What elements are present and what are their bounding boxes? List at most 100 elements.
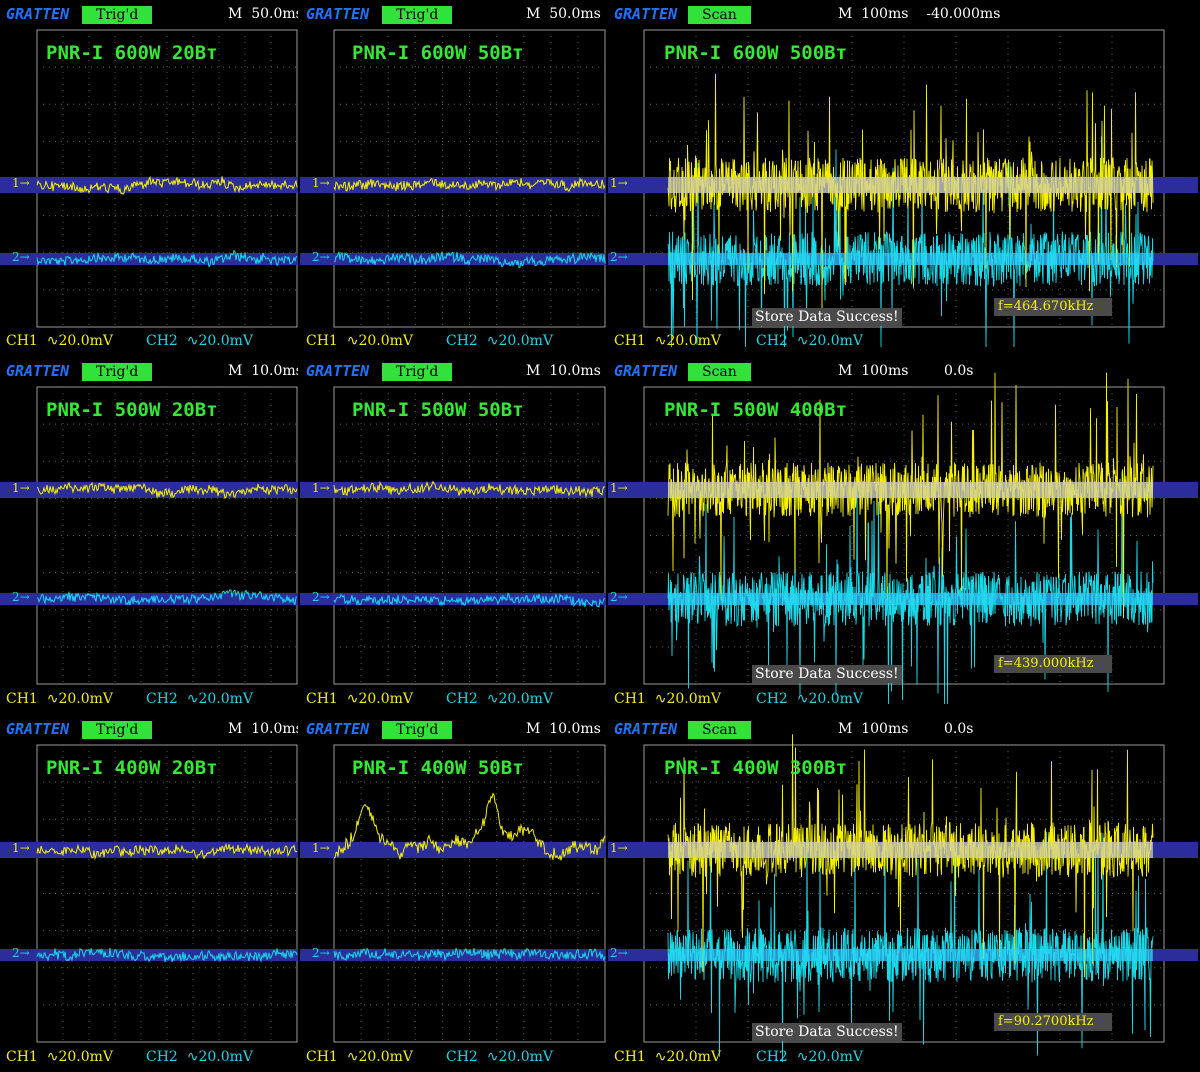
ch2-scale: CH2 ∿20.0mV	[756, 333, 864, 349]
timebase-readout: M 10.0ms	[228, 721, 298, 737]
panel-title: PNR-I 600W 50Вт	[352, 42, 524, 64]
timebase-readout: M 50.0ms	[526, 6, 601, 22]
scope-panel: GRATTEN Trig'd M 50.0ms PNR-I 600W 50Вт CH1 …	[300, 0, 606, 355]
ch2-scale: CH2 ∿20.0mV	[446, 691, 554, 707]
ch1-scale: CH1 ∿20.0mV	[306, 691, 414, 707]
status-badge: Scan	[688, 6, 751, 24]
panel-title: PNR-I 500W 20Вт	[46, 399, 218, 421]
brand-logo: GRATTEN	[306, 5, 370, 23]
ch1-scale: CH1 ∿20.0mV	[6, 1049, 114, 1065]
timebase-readout: M 10.0ms	[228, 363, 298, 379]
graticule-grid	[644, 387, 1164, 684]
ch2-marker: 2→	[610, 590, 628, 604]
ch2-scale: CH2 ∿20.0mV	[756, 1049, 864, 1065]
status-badge: Scan	[688, 721, 751, 739]
ch1-marker: 1→	[610, 481, 628, 495]
timebase-readout: M 100ms -40.000ms	[838, 6, 1001, 22]
ch2-marker: 2→	[312, 946, 330, 960]
scope-panel: GRATTEN Scan M 100ms 0.0s PNR-I 500W 400Вт C…	[608, 357, 1198, 713]
frequency-readout: f=90.2700kHz	[994, 1013, 1112, 1031]
panel-title: PNR-I 400W 300Вт	[664, 757, 848, 779]
ch2-scale: CH2 ∿20.0mV	[756, 691, 864, 707]
store-data-message: Store Data Success!	[752, 308, 902, 326]
timebase-readout: M 100ms 0.0s	[838, 363, 974, 379]
ch1-scale: CH1 ∿20.0mV	[306, 333, 414, 349]
panel-title: PNR-I 400W 20Вт	[46, 757, 218, 779]
ch1-marker: 1→	[12, 176, 30, 190]
frequency-readout: f=464.670kHz	[994, 298, 1112, 316]
ch1-band-overlay	[668, 177, 1153, 193]
graticule-grid	[37, 745, 297, 1042]
ch1-scale: CH1 ∿20.0mV	[6, 333, 114, 349]
frequency-readout: f=439.000kHz	[994, 655, 1112, 673]
ch2-band-overlay	[668, 949, 1153, 961]
ch1-marker: 1→	[312, 481, 330, 495]
status-badge: Scan	[688, 363, 751, 381]
ch1-scale: CH1 ∿20.0mV	[614, 333, 722, 349]
ch2-scale: CH2 ∿20.0mV	[446, 333, 554, 349]
panel-title: PNR-I 400W 50Вт	[352, 757, 524, 779]
ch1-trace	[667, 73, 1154, 315]
ch2-scale: CH2 ∿20.0mV	[146, 1049, 254, 1065]
ch1-marker: 1→	[12, 481, 30, 495]
scope-panel: GRATTEN Scan M 100ms -40.000ms PNR-I 600W 5…	[608, 0, 1198, 355]
scope-panel: GRATTEN Trig'd M 10.0ms PNR-I 400W 20Вт CH1 …	[0, 715, 298, 1071]
ch1-marker: 1→	[12, 841, 30, 855]
graticule-grid	[334, 745, 605, 1042]
ch1-band-overlay	[668, 842, 1153, 858]
ch2-scale: CH2 ∿20.0mV	[146, 691, 254, 707]
ch2-band-overlay	[668, 253, 1153, 265]
ch1-scale: CH1 ∿20.0mV	[614, 691, 722, 707]
ch1-marker: 1→	[312, 176, 330, 190]
timebase-readout: M 10.0ms	[526, 363, 601, 379]
scope-panel: GRATTEN Trig'd M 10.0ms PNR-I 500W 20Вт CH1 …	[0, 357, 298, 713]
ch2-marker: 2→	[312, 590, 330, 604]
timebase-readout: M 10.0ms	[526, 721, 601, 737]
brand-logo: GRATTEN	[306, 720, 370, 738]
brand-logo: GRATTEN	[6, 5, 70, 23]
brand-logo: GRATTEN	[614, 720, 678, 738]
oscilloscope-grid: GRATTEN Trig'd M 50.0ms PNR-I 600W 20Вт CH1 …	[0, 0, 1200, 1072]
store-data-message: Store Data Success!	[752, 665, 902, 683]
scope-panel: GRATTEN Trig'd M 50.0ms PNR-I 600W 20Вт CH1 …	[0, 0, 298, 355]
ch2-marker: 2→	[610, 946, 628, 960]
ch2-marker: 2→	[312, 250, 330, 264]
panel-title: PNR-I 500W 400Вт	[664, 399, 848, 421]
ch2-marker: 2→	[12, 590, 30, 604]
ch1-scale: CH1 ∿20.0mV	[614, 1049, 722, 1065]
scope-panel: GRATTEN Trig'd M 10.0ms PNR-I 400W 50Вт CH1 …	[300, 715, 606, 1071]
ch2-marker: 2→	[12, 946, 30, 960]
brand-logo: GRATTEN	[306, 362, 370, 380]
timebase-readout: M 100ms 0.0s	[838, 721, 974, 737]
scope-panel: GRATTEN Trig'd M 10.0ms PNR-I 500W 50Вт CH1 …	[300, 357, 606, 713]
ch2-band-overlay	[668, 593, 1153, 605]
graticule-grid	[37, 387, 297, 684]
status-badge: Trig'd	[382, 721, 453, 739]
ch1-scale: CH1 ∿20.0mV	[6, 691, 114, 707]
panel-title: PNR-I 500W 50Вт	[352, 399, 524, 421]
status-badge: Trig'd	[82, 363, 153, 381]
timebase-readout: M 50.0ms	[228, 6, 298, 22]
panel-title: PNR-I 600W 20Вт	[46, 42, 218, 64]
graticule-grid	[334, 387, 605, 684]
ch2-scale: CH2 ∿20.0mV	[146, 333, 254, 349]
status-badge: Trig'd	[82, 721, 153, 739]
status-badge: Trig'd	[382, 363, 453, 381]
panel-title: PNR-I 600W 500Вт	[664, 42, 848, 64]
ch2-marker: 2→	[12, 250, 30, 264]
ch2-marker: 2→	[610, 250, 628, 264]
ch1-band-overlay	[668, 482, 1153, 498]
ch1-scale: CH1 ∿20.0mV	[306, 1049, 414, 1065]
store-data-message: Store Data Success!	[752, 1023, 902, 1041]
scope-panel: GRATTEN Scan M 100ms 0.0s PNR-I 400W 300Вт C…	[608, 715, 1198, 1071]
brand-logo: GRATTEN	[614, 5, 678, 23]
ch2-scale: CH2 ∿20.0mV	[446, 1049, 554, 1065]
ch1-marker: 1→	[610, 176, 628, 190]
brand-logo: GRATTEN	[6, 362, 70, 380]
ch1-marker: 1→	[312, 841, 330, 855]
status-badge: Trig'd	[82, 6, 153, 24]
brand-logo: GRATTEN	[6, 720, 70, 738]
graticule-grid	[644, 745, 1164, 1042]
ch1-marker: 1→	[610, 841, 628, 855]
brand-logo: GRATTEN	[614, 362, 678, 380]
